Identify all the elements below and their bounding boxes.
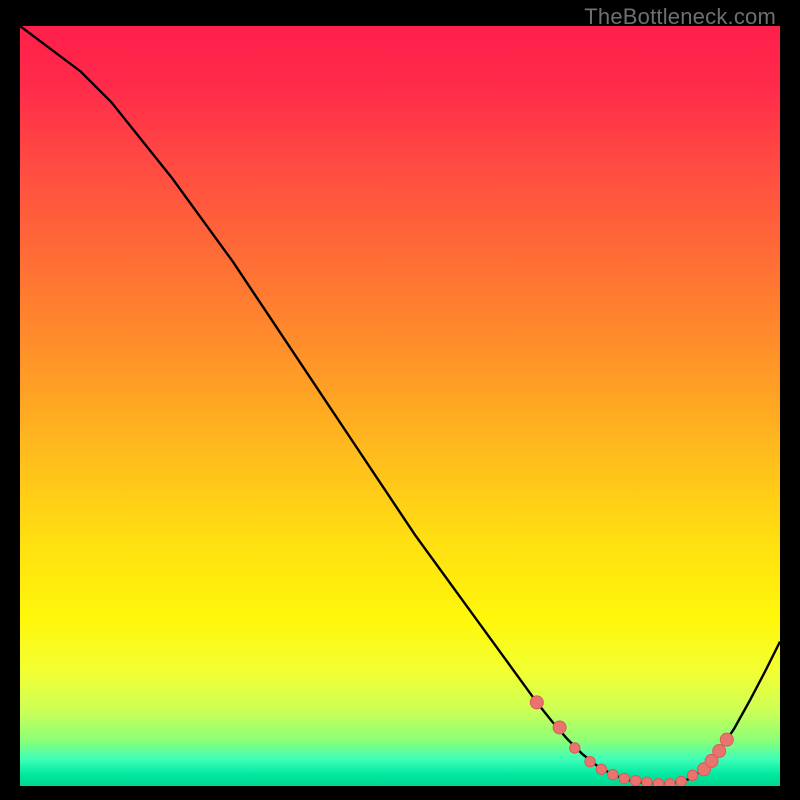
curve-marker (608, 769, 618, 779)
chart-frame (20, 26, 780, 786)
curve-marker (596, 764, 606, 774)
curve-marker (676, 776, 686, 786)
bottleneck-chart (20, 26, 780, 786)
curve-marker (619, 773, 629, 783)
curve-marker (530, 696, 543, 709)
gradient-background (20, 26, 780, 786)
curve-marker (713, 745, 726, 758)
curve-marker (630, 775, 640, 785)
curve-marker (642, 777, 652, 786)
curve-marker (687, 770, 697, 780)
curve-marker (585, 756, 595, 766)
curve-marker (553, 721, 566, 734)
curve-marker (665, 779, 675, 786)
curve-marker (720, 733, 733, 746)
curve-marker (570, 743, 580, 753)
curve-marker (653, 779, 663, 786)
